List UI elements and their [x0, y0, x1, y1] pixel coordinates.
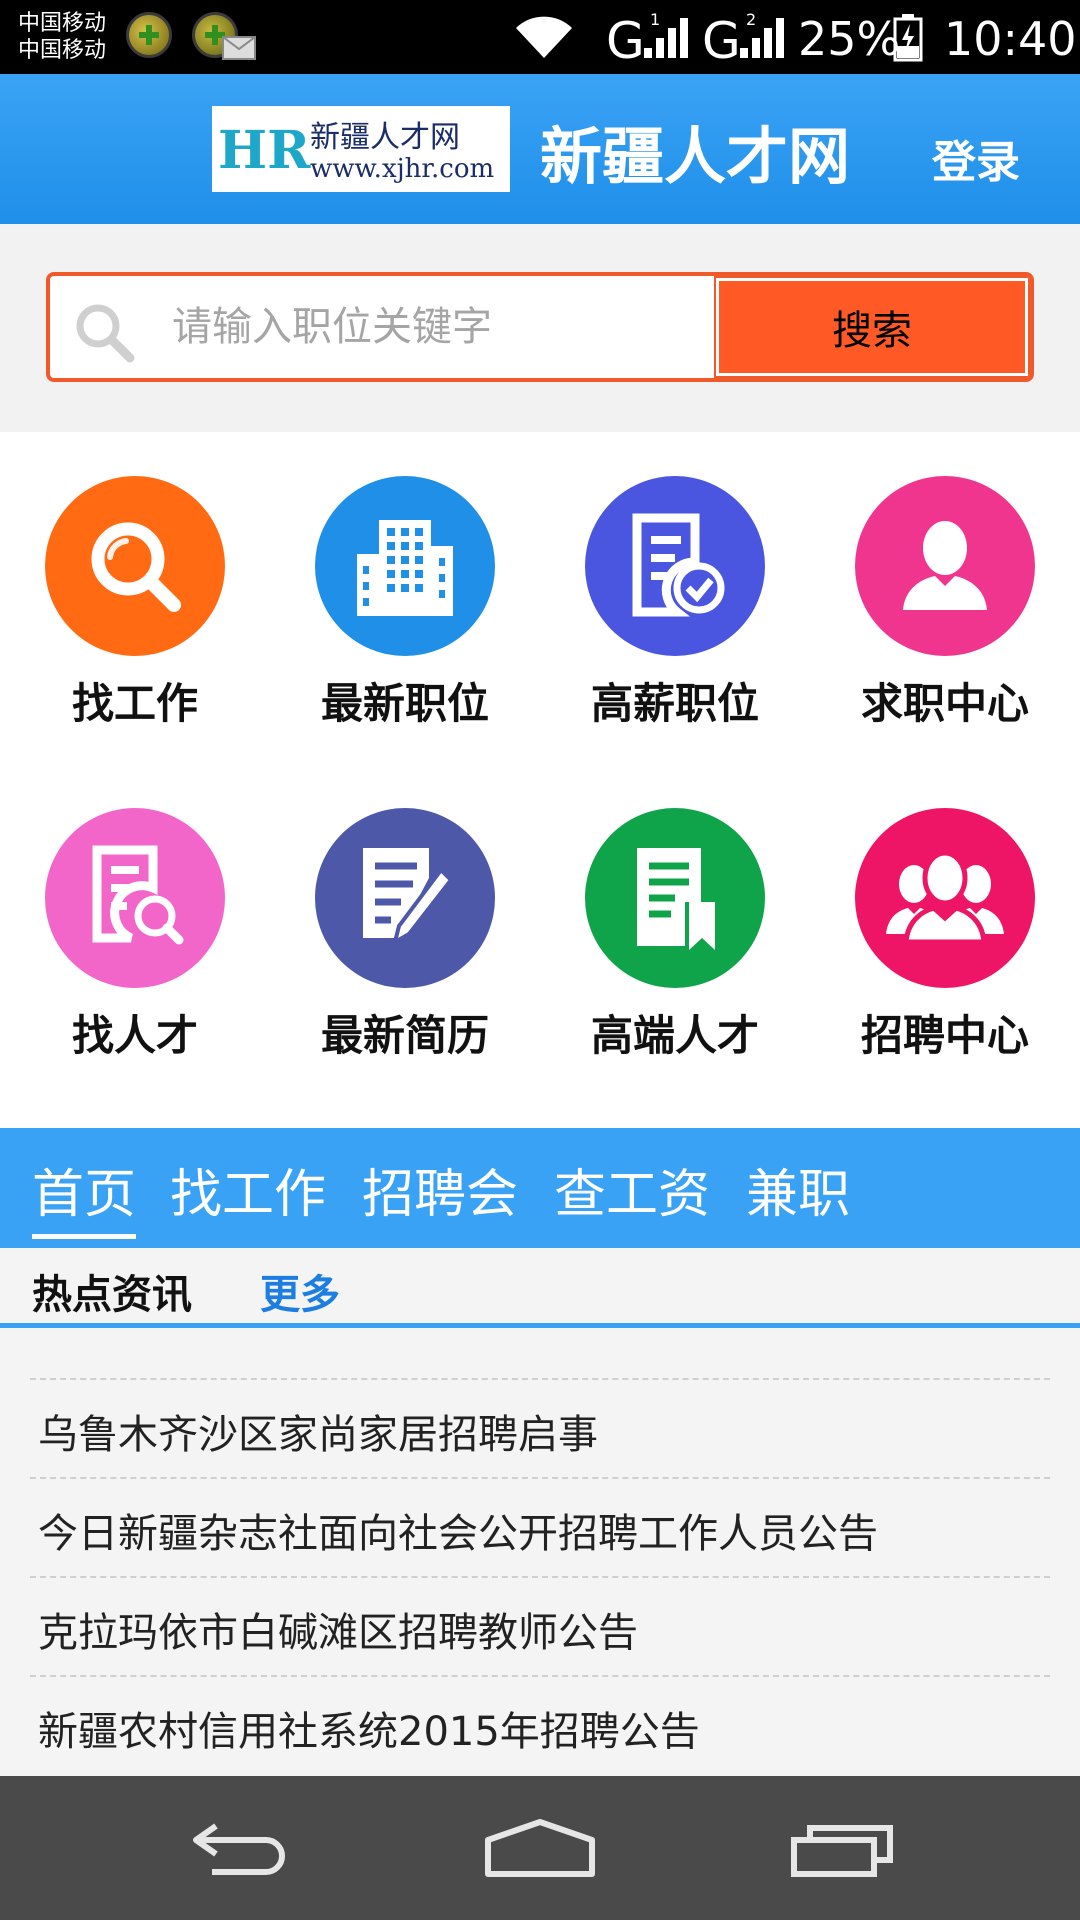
grid-item-latest-resumes[interactable]: 最新简历 — [270, 764, 540, 1064]
grid-icon-circle — [315, 476, 495, 656]
mail-icon — [222, 36, 256, 60]
news-item[interactable]: 今日新疆杂志社面向社会公开招聘工作人员公告 — [30, 1477, 1050, 1576]
grid-item-label: 高端人才 — [590, 1011, 759, 1060]
clock: 10:40 — [944, 12, 1077, 66]
building-icon — [357, 520, 453, 616]
more-link[interactable]: 更多 — [260, 1262, 340, 1320]
recent-apps-icon[interactable] — [790, 1816, 898, 1880]
document-bookmark-icon — [637, 848, 715, 950]
news-list: 乌鲁木齐沙区家尚家居招聘启事 今日新疆杂志社面向社会公开招聘工作人员公告 克拉玛… — [30, 1378, 1050, 1774]
logo-url: www.xjhr.com — [310, 154, 495, 184]
grid-icon-circle — [45, 808, 225, 988]
search-bar: 搜索 — [46, 272, 1034, 382]
logo-mark: HR — [218, 120, 311, 181]
signal-2-label: 2 — [746, 10, 757, 29]
site-title: 新疆人才网 — [540, 120, 851, 193]
news-title: 热点资讯 — [32, 1272, 192, 1318]
grid-item-latest-jobs[interactable]: 最新职位 — [270, 432, 540, 732]
tab-salary[interactable]: 查工资 — [554, 1152, 710, 1227]
grid-item-label: 求职中心 — [860, 679, 1029, 728]
grid-item-high-end-talent[interactable]: 高端人才 — [540, 764, 810, 1064]
news-item[interactable]: 新疆农村信用社系统2015年招聘公告 — [30, 1675, 1050, 1774]
svg-text:G: G — [606, 12, 645, 62]
grid-item-label: 招聘中心 — [860, 1011, 1029, 1060]
grid-item-job-seeking-center[interactable]: 求职中心 — [810, 432, 1080, 732]
news-header: 热点资讯 更多 — [0, 1248, 1080, 1328]
carrier-labels: 中国移动 中国移动 — [18, 10, 106, 64]
battery-percent: 25% — [798, 12, 901, 66]
magnifier-icon — [91, 522, 181, 612]
grid-item-label: 高薪职位 — [590, 679, 759, 728]
grid-item-label: 最新职位 — [320, 679, 489, 728]
notification-app-icon — [126, 12, 172, 58]
grid-icon-circle — [855, 476, 1035, 656]
grid-icon-circle — [315, 808, 495, 988]
hot-news-section: 热点资讯 更多 乌鲁木齐沙区家尚家居招聘启事 今日新疆杂志社面向社会公开招聘工作… — [0, 1248, 1080, 1776]
search-button[interactable]: 搜索 — [714, 276, 1030, 378]
carrier-2: 中国移动 — [18, 38, 107, 63]
logo-name: 新疆人才网 — [310, 120, 460, 155]
person-icon — [903, 521, 987, 610]
signal-1-label: 1 — [650, 10, 661, 29]
grid-item-label: 找工作 — [71, 679, 198, 728]
tab-part-time[interactable]: 兼职 — [746, 1152, 850, 1227]
search-icon — [76, 304, 135, 363]
document-search-icon — [92, 845, 184, 945]
news-item[interactable]: 乌鲁木齐沙区家尚家居招聘启事 — [30, 1378, 1050, 1477]
document-check-icon — [632, 513, 725, 617]
site-logo[interactable]: HR 新疆人才网 www.xjhr.com — [212, 106, 510, 192]
grid-item-high-salary[interactable]: 高薪职位 — [540, 432, 810, 732]
search-input[interactable] — [172, 276, 752, 378]
battery-charging-icon — [893, 14, 923, 62]
tab-find-job[interactable]: 找工作 — [170, 1152, 326, 1227]
home-icon[interactable] — [484, 1816, 596, 1880]
tab-job-fair[interactable]: 招聘会 — [362, 1152, 518, 1227]
grid-icon-circle — [585, 476, 765, 656]
grid-item-find-job[interactable]: 找工作 — [0, 432, 270, 732]
grid-icon-circle — [585, 808, 765, 988]
svg-text:G: G — [702, 12, 741, 62]
tab-home[interactable]: 首页 — [32, 1152, 137, 1239]
grid-icon-circle — [45, 476, 225, 656]
login-button[interactable]: 登录 — [932, 126, 1020, 190]
people-group-icon — [886, 850, 1004, 945]
app-header: HR 新疆人才网 www.xjhr.com 新疆人才网 登录 — [0, 74, 1080, 224]
back-icon[interactable] — [188, 1816, 292, 1880]
system-nav-bar — [0, 1776, 1080, 1920]
grid-item-recruitment-center[interactable]: 招聘中心 — [810, 764, 1080, 1064]
grid-item-label: 最新简历 — [320, 1011, 489, 1060]
grid-icon-circle — [855, 808, 1035, 988]
document-pen-icon — [363, 848, 454, 947]
category-grid: 找工作 最新职位 高薪职位 求职中心 找人才 最新简历 高端人才 招聘中心 — [0, 432, 1080, 1128]
wifi-icon — [516, 16, 572, 59]
grid-item-label: 找人才 — [71, 1011, 198, 1060]
tab-bar: 首页 找工作 招聘会 查工资 兼职 — [0, 1128, 1080, 1248]
grid-item-find-talent[interactable]: 找人才 — [0, 764, 270, 1064]
news-item[interactable]: 克拉玛依市白碱滩区招聘教师公告 — [30, 1576, 1050, 1675]
status-bar: 中国移动 中国移动 G 1 G 2 25% 10:40 — [0, 0, 1080, 74]
carrier-1: 中国移动 — [18, 11, 107, 36]
search-section: 搜索 — [0, 224, 1080, 432]
